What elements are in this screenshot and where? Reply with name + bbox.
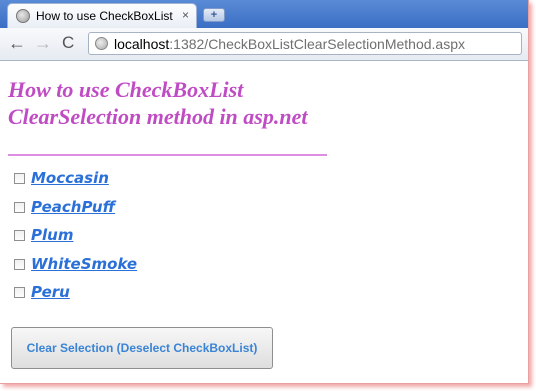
browser-toolbar: ← → C localhost:1382/CheckBoxListClearSe… [0, 28, 528, 61]
globe-icon [16, 9, 30, 23]
checkbox[interactable] [14, 173, 25, 184]
page-icon [95, 37, 108, 50]
checkbox-item-peru[interactable]: Peru [14, 283, 214, 303]
checkbox-label[interactable]: Peru [31, 283, 70, 301]
browser-window: How to use CheckBoxList C × + ← → C loca… [0, 0, 529, 384]
clear-selection-button[interactable]: Clear Selection (Deselect CheckBoxList) [11, 327, 273, 369]
page-content: How to use CheckBoxList ClearSelection m… [0, 61, 528, 383]
new-tab-button[interactable]: + [203, 8, 225, 22]
checkbox-item-whitesmoke[interactable]: WhiteSmoke [14, 255, 214, 275]
checkbox-item-plum[interactable]: Plum [14, 226, 214, 246]
checkbox-label[interactable]: WhiteSmoke [31, 255, 137, 273]
checkbox-label[interactable]: Moccasin [31, 169, 109, 187]
checkbox[interactable] [14, 259, 25, 270]
back-arrow-icon[interactable]: ← [8, 33, 26, 53]
forward-arrow-icon[interactable]: → [34, 33, 52, 53]
checkbox-item-moccasin[interactable]: Moccasin [14, 169, 214, 189]
page-title: How to use CheckBoxList ClearSelection m… [8, 76, 368, 130]
checkbox-item-peachpuff[interactable]: PeachPuff [14, 198, 214, 218]
checkbox[interactable] [14, 202, 25, 213]
horizontal-rule [8, 154, 327, 156]
url-path: :1382/CheckBoxListClearSelectionMethod.a… [169, 36, 465, 52]
checkbox-label[interactable]: Plum [31, 226, 73, 244]
reload-icon[interactable]: C [62, 33, 74, 53]
checkbox[interactable] [14, 287, 25, 298]
tab-active[interactable]: How to use CheckBoxList C × [7, 3, 197, 28]
url-host: localhost [114, 36, 170, 52]
tab-title: How to use CheckBoxList C [36, 9, 176, 23]
page-title-line1: How to use CheckBoxList [8, 77, 244, 102]
tab-strip: How to use CheckBoxList C × + [0, 0, 528, 28]
url-text[interactable]: localhost:1382/CheckBoxListClearSelectio… [114, 36, 465, 52]
page-title-line2: ClearSelection method in asp.net [8, 104, 308, 129]
checkbox-label[interactable]: PeachPuff [31, 198, 115, 216]
close-icon[interactable]: × [182, 8, 189, 22]
checkbox[interactable] [14, 230, 25, 241]
address-bar[interactable]: localhost:1382/CheckBoxListClearSelectio… [88, 32, 522, 55]
